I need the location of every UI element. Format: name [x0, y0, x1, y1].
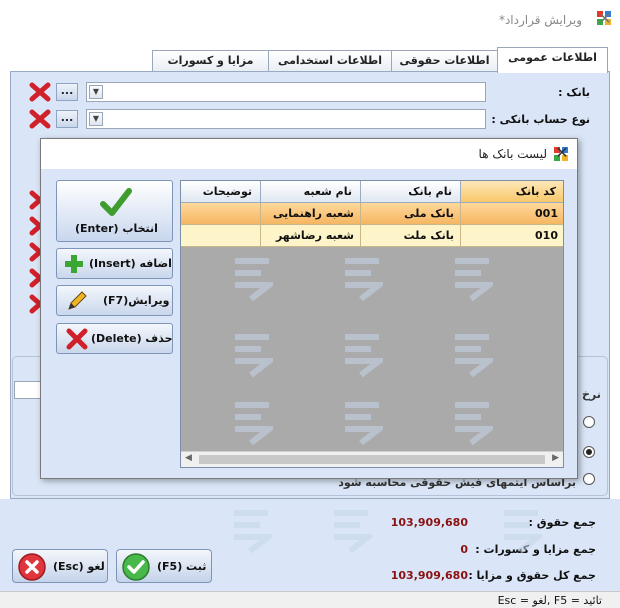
bank-list-dialog: لیست بانک ها ✕ انتخاب (Enter) اضافه (Ins…	[40, 138, 578, 479]
column-header-branch-name[interactable]: نام شعبه	[261, 181, 361, 203]
column-header-bank-name[interactable]: نام بانک	[361, 181, 461, 203]
watermark-logo-icon	[500, 505, 542, 555]
submit-button[interactable]: ثبت (F5)	[116, 549, 212, 583]
watermark-logo-icon	[231, 329, 273, 379]
watermark-logo-icon	[451, 329, 493, 379]
scroll-left-icon[interactable]: ◀	[185, 453, 192, 463]
chevron-down-icon[interactable]: ▼	[89, 85, 103, 99]
cell-branch-name: شعبه رضاشهر	[261, 225, 361, 247]
scroll-right-icon[interactable]: ▶	[552, 453, 559, 463]
cancel-label: لغو (Esc)	[53, 560, 105, 573]
account-type-browse-button[interactable]: ...	[56, 110, 78, 128]
option-radio-1[interactable]	[583, 416, 595, 428]
cell-description	[181, 203, 261, 225]
pencil-icon	[65, 289, 89, 313]
add-label: اضافه (Insert)	[89, 257, 172, 270]
total-benefits-value: 0	[460, 543, 468, 556]
tab-strip: اطلاعات عمومی اطلاعات حقوقی اطلاعات استخ…	[0, 40, 620, 73]
dialog-title: لیست بانک ها	[478, 147, 547, 161]
grand-total-value: 103,909,680	[390, 569, 468, 582]
tab-general-info[interactable]: اطلاعات عمومی	[497, 47, 608, 73]
account-type-label: نوع حساب بانکی :	[491, 113, 590, 126]
chevron-down-icon[interactable]: ▼	[89, 112, 103, 126]
add-button[interactable]: اضافه (Insert)	[56, 248, 173, 279]
bank-browse-button[interactable]: ...	[56, 83, 78, 101]
grand-total-label: جمع کل حقوق و مزایا :	[468, 569, 596, 582]
delete-button[interactable]: حذف (Delete)	[56, 323, 173, 354]
cell-description	[181, 225, 261, 247]
status-bar: تائید = F5 ,لغو = Esc	[0, 591, 620, 608]
check-icon	[121, 552, 151, 582]
tab-benefits-deductions[interactable]: مزایا و کسورات	[152, 50, 269, 72]
bank-label: بانک :	[558, 86, 590, 99]
tab-legal-info[interactable]: اطلاعات حقوقی	[391, 50, 498, 72]
rate-label: نرخ	[582, 388, 601, 401]
watermark-logo-icon	[341, 397, 383, 447]
dialog-close-icon[interactable]: ✕	[553, 144, 571, 162]
watermark-logo-icon	[230, 505, 272, 555]
watermark-logo-icon	[451, 253, 493, 303]
watermark-logo-icon	[330, 505, 372, 555]
account-type-combo[interactable]: ▼	[86, 109, 486, 129]
scroll-thumb[interactable]	[199, 455, 545, 464]
select-label: انتخاب (Enter)	[75, 222, 158, 235]
window-close-icon[interactable]: ✕	[596, 10, 614, 28]
horizontal-scrollbar[interactable]: ◀ ▶	[181, 451, 563, 467]
delete-x-icon	[65, 327, 89, 351]
bank-grid[interactable]: کد بانک نام بانک نام شعبه توضیحات 001 با…	[180, 180, 564, 468]
watermark-logo-icon	[231, 253, 273, 303]
edit-button[interactable]: ویرایش(F7)	[56, 285, 173, 316]
watermark-logo-icon	[341, 329, 383, 379]
window-title: ویرایش قرارداد*	[498, 13, 582, 27]
cell-bank-code: 001	[461, 203, 563, 225]
column-header-bank-code[interactable]: کد بانک	[461, 181, 563, 203]
cancel-circle-icon	[17, 552, 47, 582]
window-titlebar: ویرایش قرارداد* ✕	[0, 0, 620, 40]
cell-bank-name: بانک ملی	[361, 203, 461, 225]
bank-clear-icon[interactable]	[29, 82, 51, 102]
cell-bank-code: 010	[461, 225, 563, 247]
watermark-logo-icon	[231, 397, 273, 447]
checkmark-icon	[99, 186, 133, 220]
column-header-description[interactable]: توضیحات	[181, 181, 261, 203]
tab-employment-info[interactable]: اطلاعات استخدامی	[268, 50, 392, 72]
table-row[interactable]: 001 بانک ملی شعبه راهنمایی	[181, 203, 563, 225]
cancel-button[interactable]: لغو (Esc)	[12, 549, 108, 583]
submit-label: ثبت (F5)	[157, 560, 207, 573]
cell-bank-name: بانک ملت	[361, 225, 461, 247]
plus-icon	[62, 252, 86, 276]
delete-label: حذف (Delete)	[91, 332, 173, 345]
total-salary-value: 103,909,680	[390, 516, 468, 529]
status-text: تائید = F5 ,لغو = Esc	[497, 594, 602, 607]
option-radio-3[interactable]	[583, 473, 595, 485]
cell-branch-name: شعبه راهنمایی	[261, 203, 361, 225]
option-radio-2[interactable]	[583, 446, 595, 458]
account-type-clear-icon[interactable]	[29, 109, 51, 129]
edit-label: ویرایش(F7)	[103, 294, 170, 307]
watermark-logo-icon	[451, 397, 493, 447]
table-row[interactable]: 010 بانک ملت شعبه رضاشهر	[181, 225, 563, 247]
dialog-titlebar: لیست بانک ها ✕	[41, 139, 577, 169]
watermark-logo-icon	[341, 253, 383, 303]
select-button[interactable]: انتخاب (Enter)	[56, 180, 173, 242]
bank-combo[interactable]: ▼	[86, 82, 486, 102]
